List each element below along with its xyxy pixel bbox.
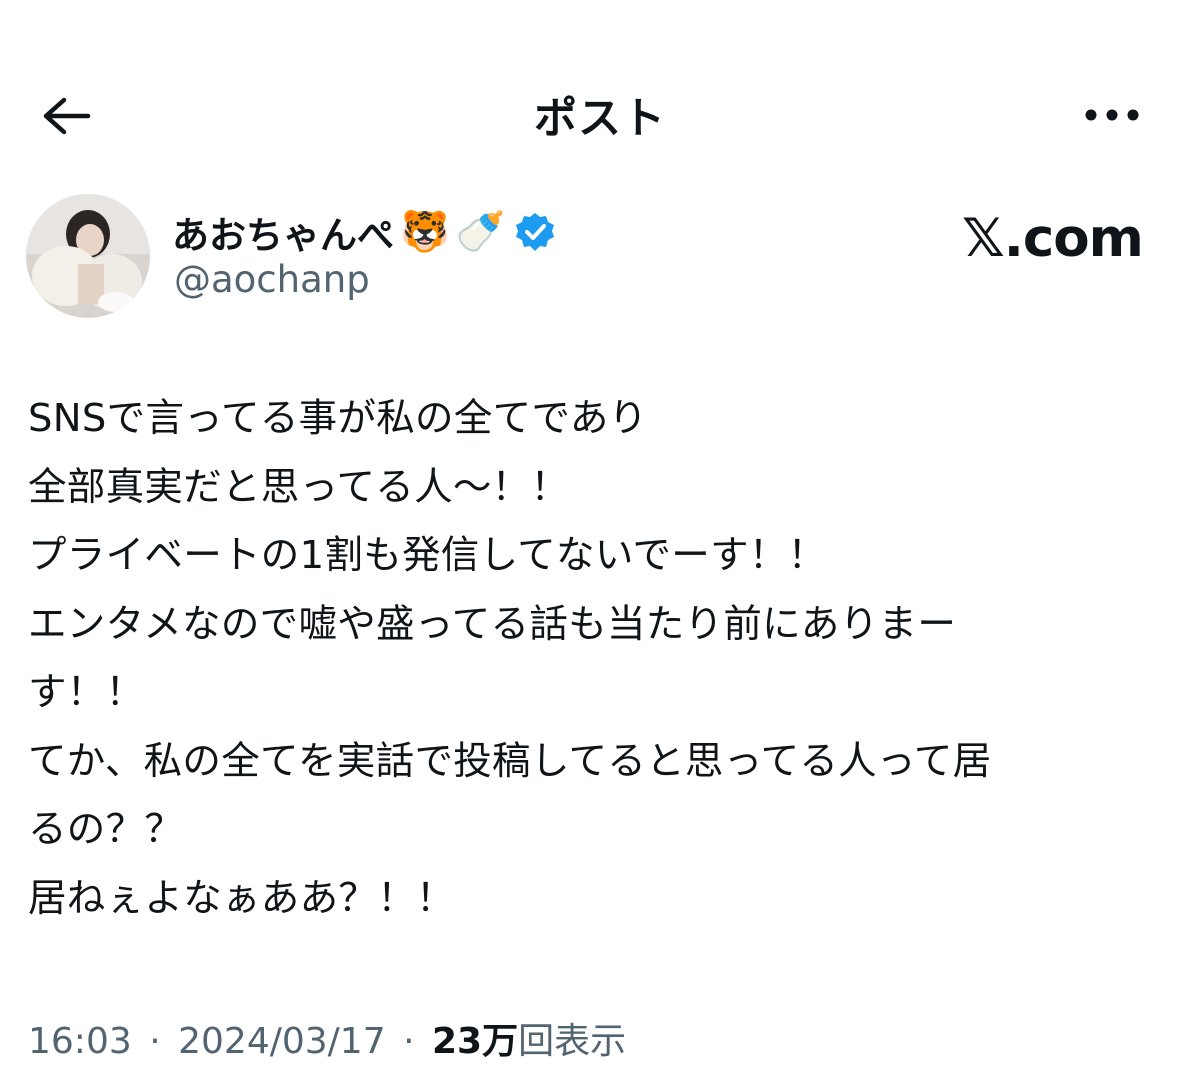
- post-time[interactable]: 16:03: [28, 1021, 132, 1062]
- post-text-line: SNSで言ってる事が私の全てであり: [28, 396, 648, 441]
- display-name[interactable]: あおちゃんぺ: [172, 205, 394, 259]
- more-options-button[interactable]: [1080, 90, 1144, 140]
- top-bar: ポスト: [0, 60, 1200, 170]
- tiger-emoji: 🐯: [400, 209, 450, 255]
- avatar[interactable]: [26, 194, 150, 318]
- baby-bottle-emoji: 🍼: [455, 209, 506, 255]
- post-text-line: エンタメなので嘘や盛ってる話も当たり前にありまー: [28, 601, 957, 647]
- post-date[interactable]: 2024/03/17: [178, 1021, 386, 1062]
- page-title: ポスト: [534, 94, 666, 144]
- post-text-line: す！！: [28, 670, 145, 715]
- views-label: 回表示: [518, 1021, 627, 1062]
- post-text-line: るの？？: [28, 807, 184, 852]
- post-text-line: てか、私の全てを実話で投稿してると思ってる人って居: [28, 738, 992, 784]
- post-meta: 16:03 · 2024/03/17 · 23万回表示: [28, 1012, 626, 1064]
- meta-separator: ·: [403, 1021, 415, 1062]
- user-handle[interactable]: @aochanp: [174, 258, 370, 301]
- verified-badge-icon: [514, 211, 556, 253]
- post-text: SNSで言ってる事が私の全てであり 全部真実だと思ってる人〜！！ プライベートの…: [28, 385, 1178, 933]
- post-text-line: 全部真実だと思ってる人〜！！: [28, 464, 570, 510]
- avatar-photo: [26, 194, 150, 318]
- display-name-row: あおちゃんぺ 🐯 🍼: [172, 204, 556, 260]
- more-horizontal-icon: [1085, 109, 1139, 121]
- post-text-line: 居ねぇよなぁああ？！！: [28, 875, 455, 921]
- post-text-line: プライベートの1割も発信してないでーす！！: [28, 533, 827, 578]
- post-author: あおちゃんぺ 🐯 🍼 @aochanp 𝕏.com: [0, 190, 1200, 330]
- meta-separator: ·: [149, 1021, 161, 1062]
- x-com-watermark: 𝕏.com: [962, 208, 1144, 269]
- views-count[interactable]: 23万: [432, 1021, 518, 1062]
